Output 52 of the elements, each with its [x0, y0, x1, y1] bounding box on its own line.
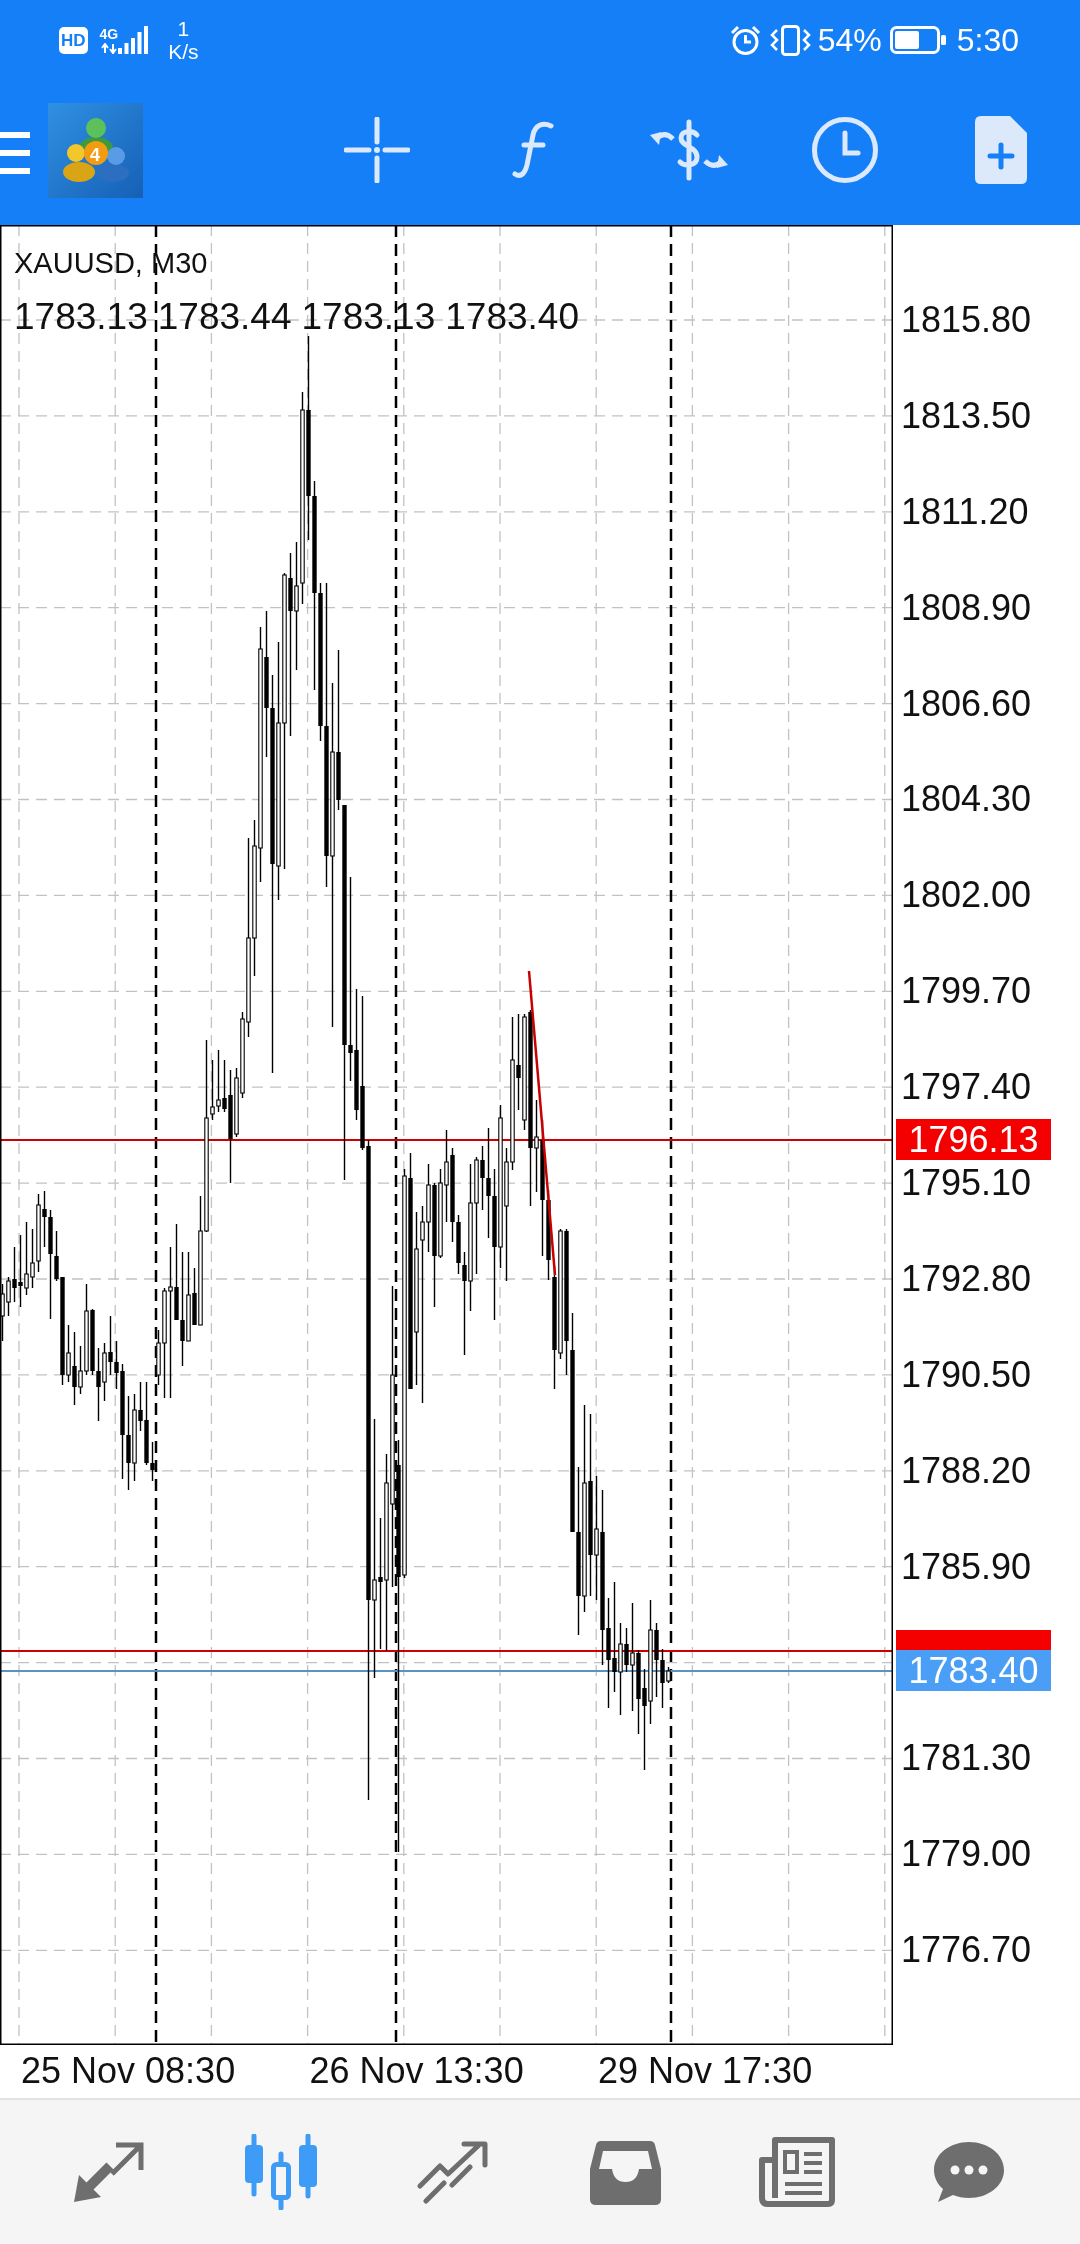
candlestick-icon[interactable] — [242, 2134, 320, 2210]
inbox-icon[interactable] — [588, 2138, 662, 2206]
symbol-label: XAUUSD, M30 — [14, 249, 208, 278]
price-label: 1776.70 — [901, 1932, 1032, 1969]
double-arrow-icon[interactable] — [72, 2140, 146, 2204]
speed-unit: K/s — [168, 40, 199, 64]
alarm-icon — [729, 24, 761, 56]
price-label: 1779.00 — [901, 1836, 1032, 1873]
function-icon[interactable] — [512, 121, 554, 179]
data-arrows-icon — [100, 42, 117, 54]
price-label: 1804.30 — [901, 781, 1032, 818]
price-label: 1785.90 — [901, 1548, 1032, 1585]
vibrate-icon — [769, 24, 811, 56]
time-label: 29 Nov 17:30 — [598, 2050, 813, 2091]
price-label: 1781.30 — [901, 1740, 1032, 1777]
ohlc-value: 1783.40 — [445, 298, 579, 335]
price-label: 1806.60 — [901, 685, 1032, 722]
speed-value: 1 — [177, 16, 190, 40]
time-label: 26 Nov 13:30 — [309, 2050, 524, 2091]
price-tag: 1783.40 — [896, 1650, 1051, 1691]
ohlc-value: 1783.44 — [157, 298, 292, 335]
menu-icon[interactable] — [0, 132, 30, 174]
signal-icon — [118, 26, 149, 54]
battery-icon — [889, 26, 946, 54]
battery-percent: 54% — [817, 24, 882, 56]
ohlc-value: 1783.13 — [301, 298, 436, 335]
price-label: 1802.00 — [901, 877, 1032, 914]
hd-indicator: HD — [59, 26, 88, 54]
network-type-label: 4G — [99, 26, 119, 41]
ohlc-value: 1783.13 — [14, 298, 148, 335]
logo-digit: 4 — [90, 145, 100, 164]
clock-icon[interactable] — [812, 117, 878, 183]
add-document-icon[interactable] — [974, 115, 1028, 185]
crosshair-icon[interactable] — [344, 117, 410, 183]
price-tag: 1796.13 — [896, 1119, 1051, 1160]
clock-time: 5:30 — [956, 24, 1019, 56]
price-label: 1813.50 — [901, 397, 1032, 434]
dollar-arrows-icon[interactable] — [649, 119, 729, 181]
price-label: 1799.70 — [901, 973, 1032, 1010]
chat-icon[interactable] — [933, 2141, 1005, 2203]
price-label: 1788.20 — [901, 1452, 1032, 1489]
price-label: 1795.10 — [901, 1164, 1032, 1201]
newspaper-icon[interactable] — [758, 2136, 836, 2208]
trend-arrow-icon[interactable] — [416, 2140, 490, 2204]
price-label: 1808.90 — [901, 589, 1032, 626]
price-label: 1797.40 — [901, 1069, 1032, 1106]
price-label: 1792.80 — [901, 1260, 1032, 1297]
app-logo[interactable]: 4 — [48, 102, 143, 198]
price-label: 1815.80 — [901, 301, 1032, 338]
price-label: 1811.20 — [901, 493, 1029, 530]
time-label: 25 Nov 08:30 — [21, 2050, 236, 2091]
price-label: 1790.50 — [901, 1356, 1032, 1393]
